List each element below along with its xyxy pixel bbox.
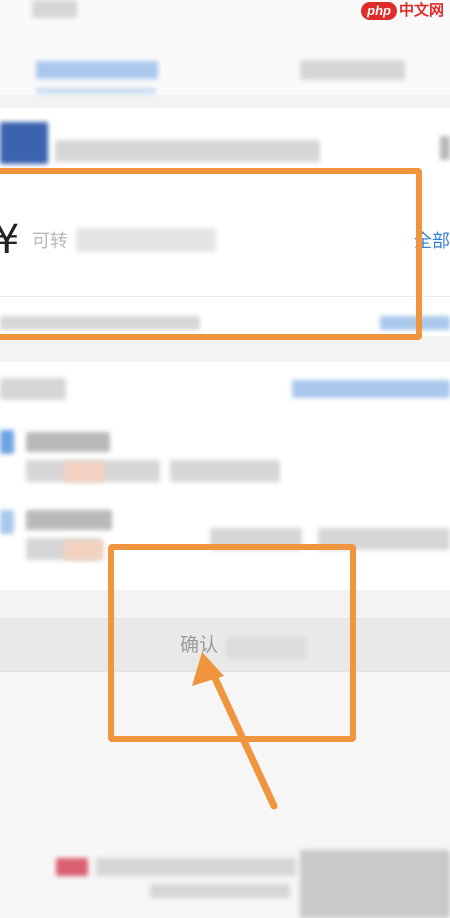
arrow-annotation	[192, 652, 278, 810]
